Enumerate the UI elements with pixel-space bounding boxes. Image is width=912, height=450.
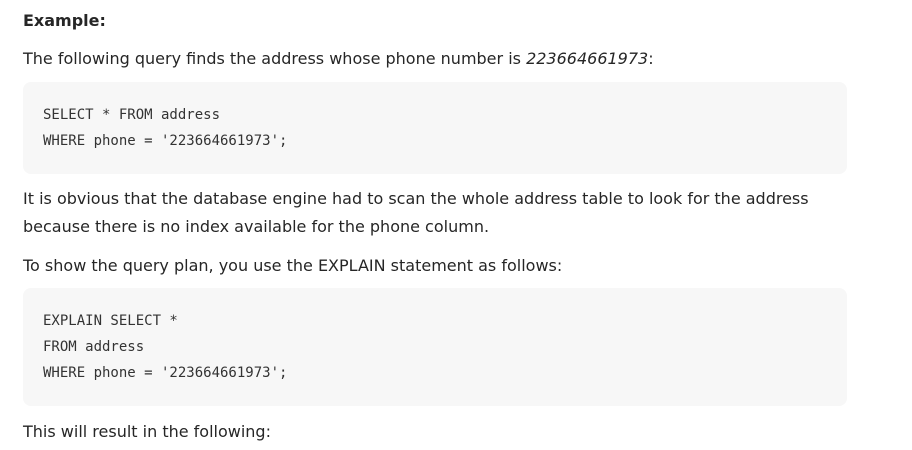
result-intro-paragraph: This will result in the following:: [23, 422, 271, 441]
explanation-paragraph: It is obvious that the database engine h…: [23, 189, 809, 236]
code-line: FROM address: [43, 339, 145, 355]
intro-colon: :: [648, 49, 654, 68]
code-line: WHERE phone = '223664661973';: [43, 133, 288, 149]
plan-intro-paragraph: To show the query plan, you use the EXPL…: [23, 256, 563, 275]
intro-paragraph: The following query finds the address wh…: [23, 45, 847, 73]
phone-number: 223664661973: [526, 49, 649, 68]
intro-text: The following query finds the address wh…: [23, 49, 527, 68]
code-block-select[interactable]: SELECT * FROM address WHERE phone = '223…: [23, 82, 847, 174]
code-line: SELECT * FROM address: [43, 107, 221, 123]
code-block-explain[interactable]: EXPLAIN SELECT * FROM address WHERE phon…: [23, 288, 847, 406]
code-line: WHERE phone = '223664661973';: [43, 365, 288, 381]
code-line: EXPLAIN SELECT *: [43, 313, 178, 329]
example-heading: Example:: [23, 11, 106, 30]
